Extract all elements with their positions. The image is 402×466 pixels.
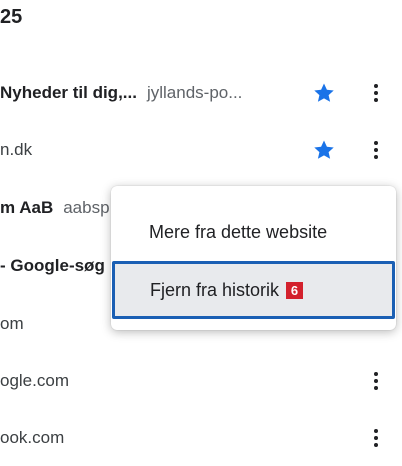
history-row[interactable]: n.dk (0, 122, 402, 178)
history-row-title-group: - Google-søg (0, 256, 105, 276)
history-row[interactable]: ogle.com (0, 353, 402, 409)
more-options-icon[interactable] (366, 426, 386, 450)
history-row-title-group: m AaB aabsp (0, 198, 110, 218)
history-row-title: ogle.com (0, 371, 69, 390)
history-row-title: ook.com (0, 428, 65, 447)
history-row-title-group: n.dk (0, 140, 32, 160)
history-row-title-group: om (0, 314, 24, 334)
history-row-title-group: ogle.com (0, 371, 69, 391)
history-row[interactable]: ook.com (0, 410, 402, 466)
step-number-badge: 6 (286, 281, 304, 299)
history-row-title: m AaB (0, 198, 54, 217)
more-options-icon[interactable] (366, 369, 386, 393)
history-row-title-group: Nyheder til dig,... jyllands-po... (0, 83, 242, 103)
menu-item-more-from-site[interactable]: Mere fra dette website (111, 202, 396, 262)
context-menu: Mere fra dette website Fjern fra histori… (111, 186, 396, 330)
history-row-title-group: ook.com (0, 428, 64, 448)
bookmark-star-icon[interactable] (312, 138, 336, 162)
history-row-title: Nyheder til dig,... (0, 83, 137, 102)
more-options-icon[interactable] (366, 81, 386, 105)
menu-item-label: Fjern fra historik (150, 279, 280, 300)
history-row-domain: jyllands-po... (146, 83, 243, 102)
history-date-header: 25 (0, 6, 23, 28)
history-row-title: om (0, 314, 24, 333)
history-row-title: n.dk (0, 140, 33, 159)
more-options-icon[interactable] (366, 138, 386, 162)
menu-item-remove-from-history[interactable]: Fjern fra historik 6 (112, 261, 395, 319)
menu-item-label: Mere fra dette website (149, 221, 328, 242)
history-row-domain: aabsp (63, 198, 110, 217)
history-row-title: - Google-søg (0, 256, 105, 275)
bookmark-star-icon[interactable] (312, 81, 336, 105)
history-row[interactable]: Nyheder til dig,... jyllands-po... (0, 65, 402, 121)
